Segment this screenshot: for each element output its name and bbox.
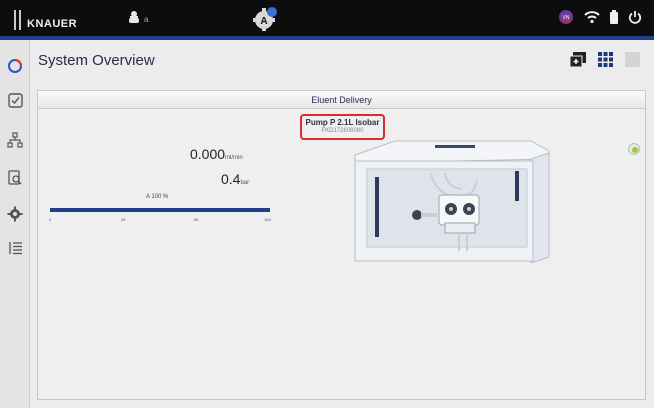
report-icon [8, 170, 22, 185]
sidebar [0, 40, 30, 408]
device-serial: FKD172606080 [321, 128, 364, 134]
status-led-dot [632, 147, 638, 153]
sidebar-item-overview[interactable] [5, 56, 25, 76]
pump-image[interactable] [335, 137, 551, 263]
sidebar-item-list[interactable] [5, 238, 25, 258]
flow-unit: ml/min [225, 155, 243, 161]
user-icon [129, 11, 139, 23]
eluent-composition-label: A 100 % [146, 194, 169, 200]
settings-icon [7, 206, 23, 222]
sidebar-item-checklist[interactable] [5, 90, 25, 110]
flow-value: 0.000 [190, 146, 226, 162]
title-actions [570, 52, 640, 67]
sidebar-item-settings[interactable] [5, 204, 25, 224]
eluent-composition-fill [50, 208, 270, 212]
user-menu[interactable]: a [128, 10, 148, 24]
power-icon[interactable] [628, 10, 642, 24]
network-status-icon[interactable]: VN [558, 9, 574, 25]
progress-tick: 0 [49, 217, 52, 222]
top-bar: KNAUER a A VN [0, 0, 654, 36]
gear-status-icon: A [253, 7, 277, 31]
pressure-value: 0.4 [221, 171, 241, 187]
pressure-unit: bar [240, 180, 250, 186]
knauer-logo: KNAUER [14, 8, 77, 30]
sidebar-item-reports[interactable] [5, 168, 25, 188]
logo-mark [14, 10, 21, 30]
progress-tick: 33 [121, 217, 126, 222]
svg-text:A: A [260, 16, 267, 27]
device-name: Pump P 2.1L Isobar [305, 118, 380, 127]
spinner-icon [8, 59, 22, 73]
pressure-readout: 0.4bar [221, 171, 249, 187]
progress-tick: 66 [194, 217, 199, 222]
battery-icon [610, 10, 618, 24]
status-area: VN [558, 9, 642, 25]
eluent-delivery-panel: Eluent Delivery Pump P 2.1L Isobar FKD17… [37, 90, 646, 400]
checklist-icon [7, 92, 23, 108]
panel-header: Eluent Delivery [38, 91, 645, 109]
hierarchy-icon [7, 132, 23, 148]
list-icon [8, 242, 22, 255]
topbar-accent-line [0, 36, 654, 40]
flow-rate-readout: 0.000ml/min [190, 146, 243, 162]
progress-tick: 100 [264, 217, 271, 222]
system-status-button[interactable]: A [252, 6, 278, 32]
wifi-icon [584, 11, 600, 24]
grid-view-icon[interactable] [598, 52, 613, 67]
page-title: System Overview [38, 52, 155, 69]
svg-text:VN: VN [563, 15, 570, 21]
eluent-composition-bar [50, 208, 270, 212]
user-label: a [144, 15, 149, 24]
sidebar-item-hierarchy[interactable] [5, 130, 25, 150]
device-status-led [628, 143, 640, 155]
add-window-icon[interactable] [570, 52, 586, 67]
brand-name: KNAUER [27, 18, 78, 30]
single-view-icon[interactable] [625, 52, 640, 67]
